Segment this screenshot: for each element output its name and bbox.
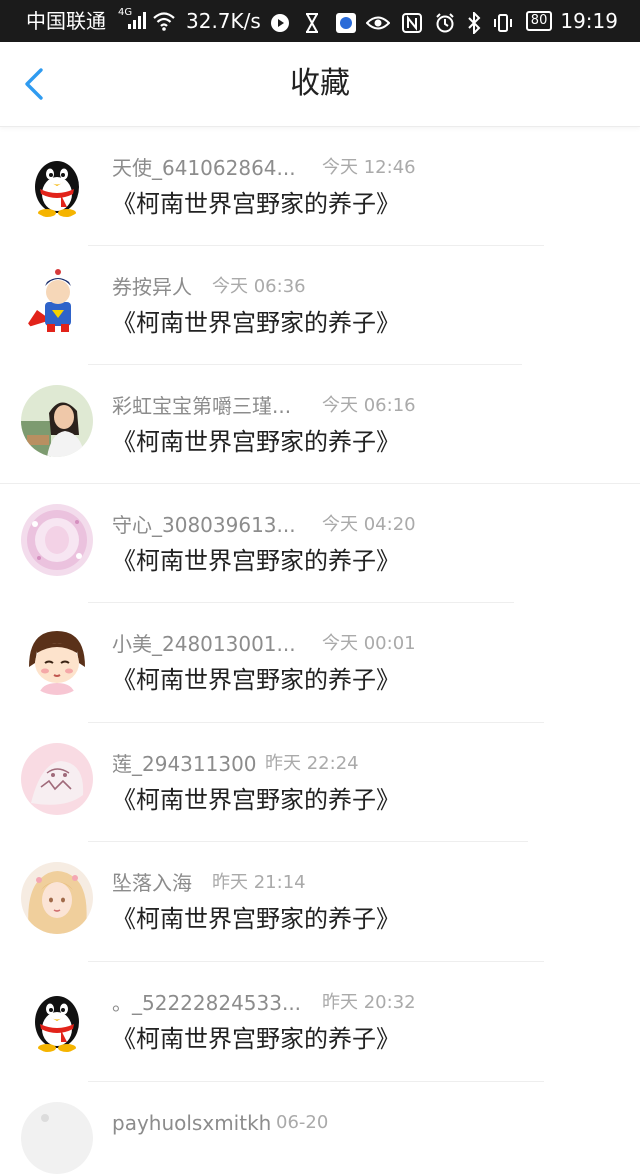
user-name: payhuolsxmitkh: [112, 1111, 272, 1135]
book-title: 《柯南世界宫野家的养子》: [112, 905, 400, 933]
anime-blonde-icon: [21, 862, 93, 934]
clock: 19:19: [560, 9, 618, 33]
user-name: 莲_294311300: [112, 752, 257, 776]
timestamp: 今天 00:01: [322, 633, 416, 654]
list-item[interactable]: 。_52222824533... 昨天 20:32 《柯南世界宫野家的养子》: [0, 962, 640, 1082]
user-name: 券按异人: [112, 275, 192, 299]
alarm-icon: [435, 0, 455, 42]
user-name: 。_52222824533...: [112, 991, 302, 1015]
user-name: 彩虹宝宝第嚼三瑾...: [112, 394, 292, 418]
timestamp: 今天 12:46: [322, 157, 416, 178]
wifi-icon: [152, 0, 176, 42]
status-bar: 中国联通 4G 32.7K/s 80 19:19: [0, 0, 640, 42]
cartoon-girl-icon: [21, 623, 93, 695]
user-name: 守心_308039613...: [112, 513, 296, 537]
qq-penguin-icon: [21, 982, 93, 1054]
avatar[interactable]: [21, 266, 93, 338]
timestamp: 今天 06:36: [212, 276, 306, 297]
timestamp: 昨天 22:24: [265, 753, 359, 774]
signal-icon: 4G: [118, 0, 150, 42]
carrier-label: 中国联通: [26, 9, 106, 33]
timestamp: 06-20: [276, 1112, 329, 1133]
blank-avatar-icon: [21, 1102, 93, 1174]
avatar[interactable]: [21, 1102, 93, 1174]
book-title: 《柯南世界宫野家的养子》: [112, 547, 400, 575]
user-name: 坠落入海: [112, 871, 192, 895]
avatar[interactable]: [21, 504, 93, 576]
pink-sketch-icon: [21, 743, 93, 815]
book-title: 《柯南世界宫野家的养子》: [112, 666, 400, 694]
favorites-list: 天使_641062864... 今天 12:46 《柯南世界宫野家的养子》 券按…: [0, 127, 640, 1174]
user-name: 天使_641062864...: [112, 156, 296, 180]
list-item[interactable]: 小美_248013001... 今天 00:01 《柯南世界宫野家的养子》: [0, 603, 640, 723]
list-item[interactable]: 莲_294311300 昨天 22:24 《柯南世界宫野家的养子》: [0, 723, 640, 842]
avatar[interactable]: [21, 385, 93, 457]
page-title: 收藏: [290, 66, 350, 101]
book-title: 《柯南世界宫野家的养子》: [112, 190, 400, 218]
cartoon-superhero-icon: [21, 266, 93, 338]
avatar[interactable]: [21, 147, 93, 219]
photo-girl-icon: [21, 385, 93, 457]
network-speed: 32.7K/s: [186, 9, 261, 33]
list-item[interactable]: payhuolsxmitkh 06-20: [0, 1082, 640, 1174]
avatar[interactable]: [21, 743, 93, 815]
timestamp: 今天 04:20: [322, 514, 416, 535]
avatar[interactable]: [21, 623, 93, 695]
avatar[interactable]: [21, 862, 93, 934]
book-title: 《柯南世界宫野家的养子》: [112, 428, 400, 456]
qq-penguin-icon: [21, 147, 93, 219]
bluetooth-icon: [467, 0, 481, 42]
list-item[interactable]: 天使_641062864... 今天 12:46 《柯南世界宫野家的养子》: [0, 127, 640, 246]
system-icons: 80: [365, 0, 558, 42]
notification-icons: [270, 0, 365, 42]
play-icon: [270, 0, 290, 42]
list-item[interactable]: 彩虹宝宝第嚼三瑾... 今天 06:16 《柯南世界宫野家的养子》: [0, 365, 640, 484]
timestamp: 昨天 20:32: [322, 992, 416, 1013]
timestamp: 今天 06:16: [322, 395, 416, 416]
list-item[interactable]: 坠落入海 昨天 21:14 《柯南世界宫野家的养子》: [0, 842, 640, 962]
header: 收藏: [0, 42, 640, 127]
list-item[interactable]: 守心_308039613... 今天 04:20 《柯南世界宫野家的养子》: [0, 484, 640, 603]
book-title: 《柯南世界宫野家的养子》: [112, 309, 400, 337]
eye-icon: [365, 0, 391, 42]
hourglass-icon: [304, 0, 320, 42]
nfc-icon: [402, 0, 423, 42]
list-item[interactable]: 券按异人 今天 06:36 《柯南世界宫野家的养子》: [0, 246, 640, 365]
app-notification-icon: [335, 0, 357, 42]
book-title: 《柯南世界宫野家的养子》: [112, 786, 400, 814]
avatar[interactable]: [21, 982, 93, 1054]
book-title: 《柯南世界宫野家的养子》: [112, 1025, 400, 1053]
timestamp: 昨天 21:14: [212, 872, 306, 893]
pink-anime-icon: [21, 504, 93, 576]
battery-icon: 80: [525, 10, 553, 31]
vibrate-icon: [493, 0, 513, 42]
user-name: 小美_248013001...: [112, 632, 296, 656]
